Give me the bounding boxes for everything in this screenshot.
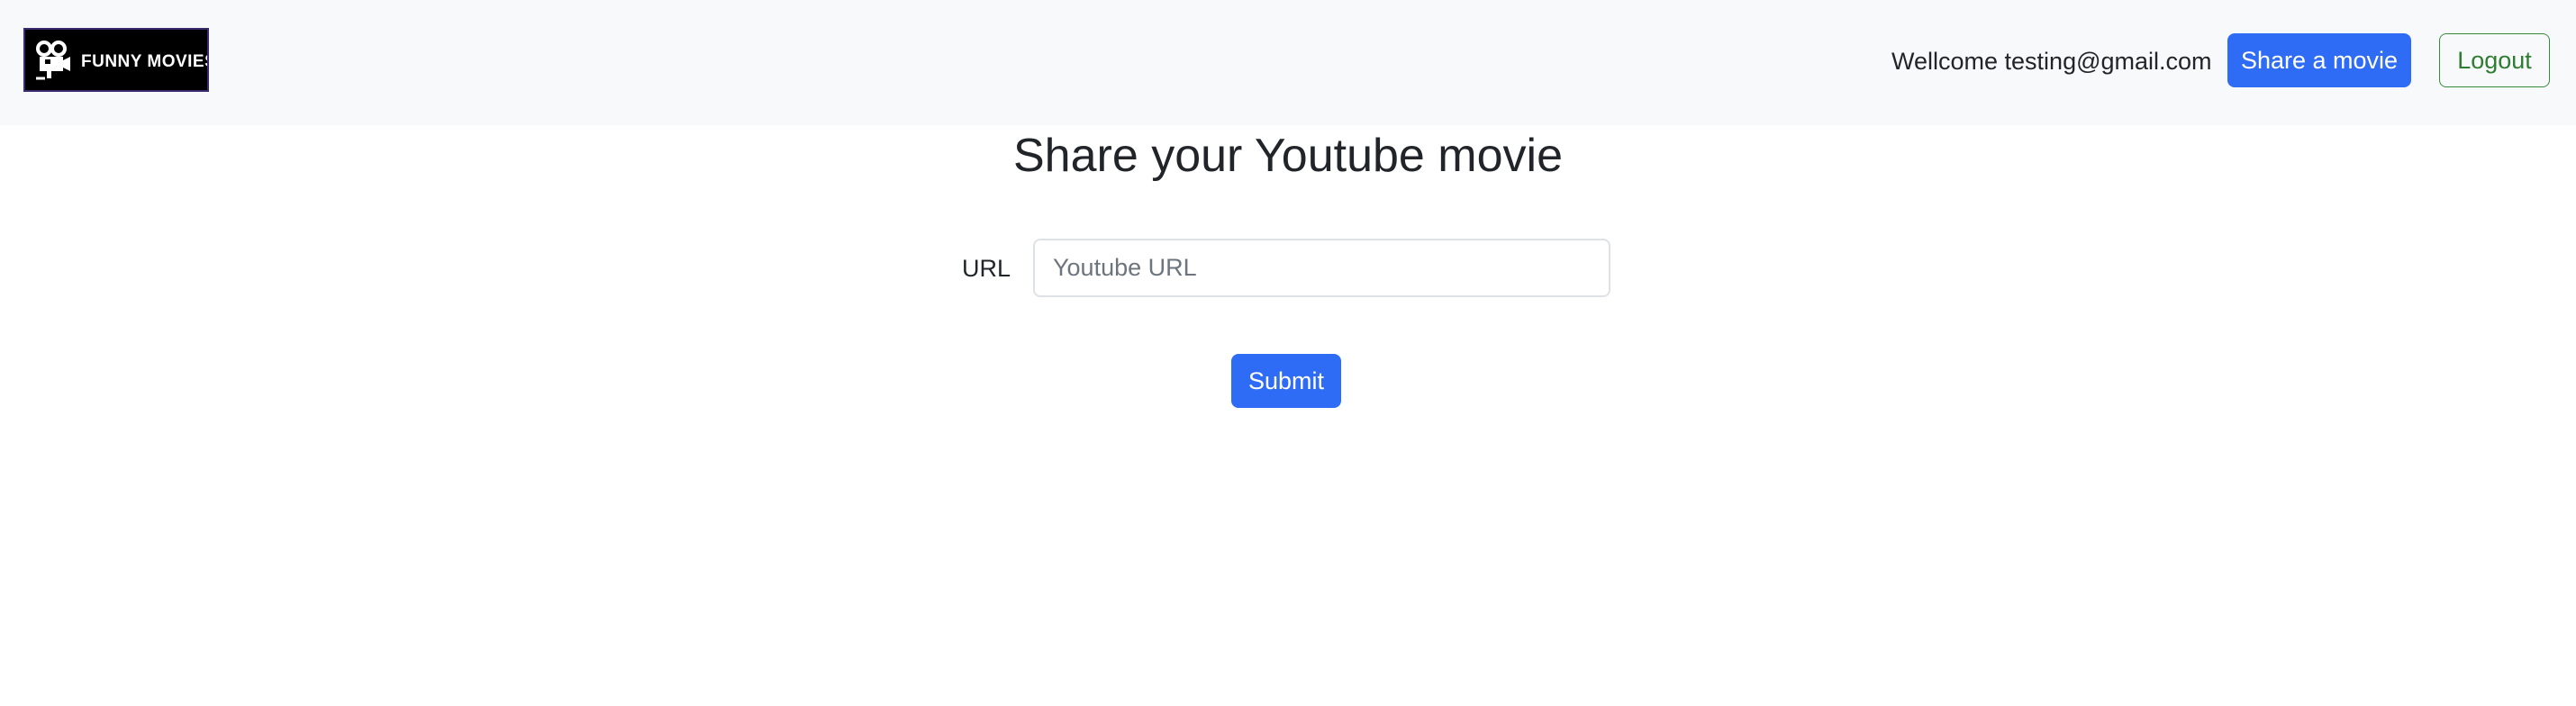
film-camera-icon [36, 41, 70, 80]
logout-button[interactable]: Logout [2439, 33, 2550, 87]
submit-button[interactable]: Submit [1231, 354, 1341, 408]
brand-logo[interactable]: FUNNY MOVIES [23, 28, 209, 92]
page-title: Share your Youtube movie [1013, 130, 1563, 182]
welcome-message: Wellcome testing@gmail.com [1891, 48, 2212, 75]
youtube-url-input[interactable] [1033, 239, 1610, 297]
url-label: URL [962, 255, 1011, 282]
navbar: FUNNY MOVIES Wellcome testing@gmail.com … [0, 0, 2576, 125]
share-movie-button[interactable]: Share a movie [2227, 33, 2411, 87]
logo-text: FUNNY MOVIES [81, 52, 209, 71]
